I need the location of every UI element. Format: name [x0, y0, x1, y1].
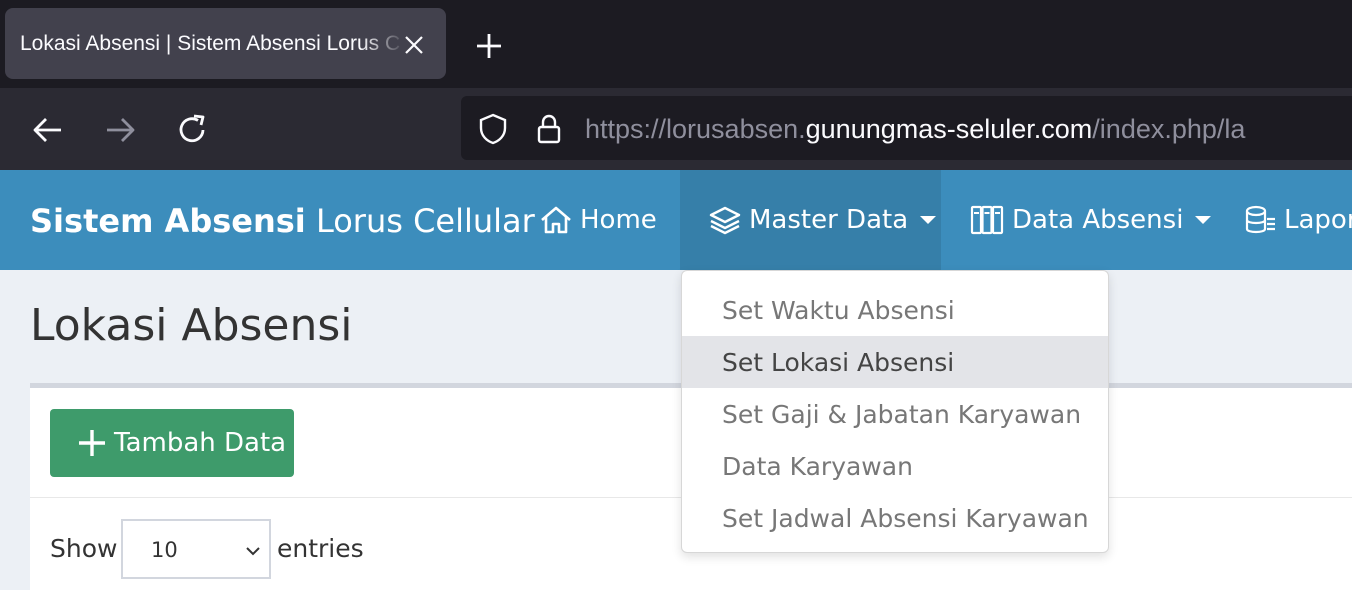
nav-laporan-label: Lapor — [1284, 205, 1352, 235]
nav-master-data[interactable]: Master Data — [680, 170, 941, 270]
browser-tab-strip: Lokasi Absensi | Sistem Absensi Lorus Ce… — [0, 0, 1352, 88]
page-title: Lokasi Absensi — [30, 300, 353, 351]
add-data-label: Tambah Data — [114, 428, 287, 458]
show-label: Show — [50, 534, 118, 563]
url-host: gunungmas-seluler.com — [805, 114, 1093, 144]
brand-logo[interactable]: Sistem Absensi Lorus Cellular — [30, 202, 535, 240]
menu-item-set-gaji-jabatan[interactable]: Set Gaji & Jabatan Karyawan — [682, 388, 1108, 440]
brand-light: Lorus Cellular — [315, 202, 535, 240]
layers-icon — [709, 206, 741, 235]
url-text[interactable]: https://lorusabsen.gunungmas-seluler.com… — [585, 114, 1245, 145]
url-prefix: https://lorusabsen. — [585, 114, 806, 144]
nav-master-data-label: Master Data — [749, 205, 909, 235]
caret-down-icon — [920, 216, 937, 224]
new-tab-icon[interactable] — [473, 30, 505, 62]
browser-toolbar: https://lorusabsen.gunungmas-seluler.com… — [0, 88, 1352, 170]
database-icon — [1245, 205, 1275, 234]
caret-down-icon — [1195, 216, 1212, 224]
tab-title-fade — [360, 18, 405, 68]
browser-tab[interactable]: Lokasi Absensi | Sistem Absensi Lorus Ce… — [5, 8, 446, 79]
url-suffix: /index.php/la — [1092, 114, 1246, 144]
home-icon — [541, 206, 571, 234]
back-arrow-icon[interactable] — [30, 112, 66, 148]
page-length-value: 10 — [151, 538, 178, 562]
menu-item-set-jadwal-absensi[interactable]: Set Jadwal Absensi Karyawan — [682, 492, 1108, 544]
close-icon[interactable] — [402, 33, 426, 57]
master-data-dropdown: Set Waktu Absensi Set Lokasi Absensi Set… — [681, 270, 1109, 553]
forward-arrow-icon[interactable] — [102, 112, 138, 148]
brand-bold: Sistem Absensi — [30, 202, 306, 240]
address-bar[interactable]: https://lorusabsen.gunungmas-seluler.com… — [461, 96, 1352, 160]
nav-data-absensi[interactable]: Data Absensi — [970, 170, 1212, 270]
browser-tab-title: Lokasi Absensi | Sistem Absensi Lorus Ce… — [20, 32, 400, 55]
menu-item-set-lokasi-absensi[interactable]: Set Lokasi Absensi — [682, 336, 1108, 388]
shield-icon[interactable] — [476, 112, 510, 146]
menu-item-data-karyawan[interactable]: Data Karyawan — [682, 440, 1108, 492]
archive-icon — [970, 205, 1004, 235]
entries-label: entries — [277, 534, 364, 563]
menu-item-set-waktu-absensi[interactable]: Set Waktu Absensi — [682, 284, 1108, 336]
nav-home[interactable]: Home — [540, 170, 657, 270]
nav-data-absensi-label: Data Absensi — [1012, 205, 1184, 235]
app-header: Sistem Absensi Lorus Cellular Home Maste… — [0, 170, 1352, 270]
chevron-down-icon — [246, 547, 260, 556]
nav-laporan[interactable]: Lapor — [1244, 170, 1352, 270]
page-length-select[interactable]: 10 — [121, 519, 271, 579]
reload-icon[interactable] — [174, 112, 210, 148]
lock-icon[interactable] — [532, 112, 566, 146]
plus-icon — [79, 430, 105, 456]
nav-home-label: Home — [580, 205, 657, 235]
add-data-button[interactable]: Tambah Data — [50, 409, 294, 477]
